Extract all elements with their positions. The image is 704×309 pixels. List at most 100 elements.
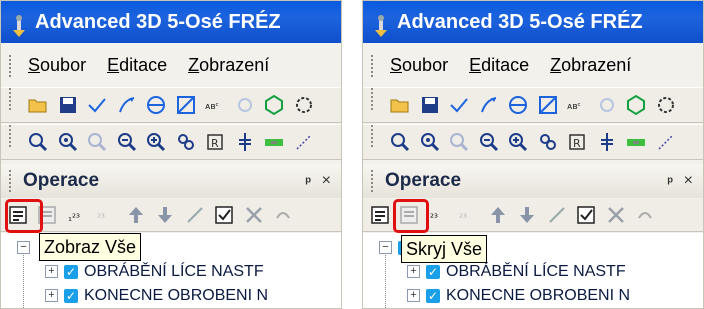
- flower-icon[interactable]: [234, 94, 256, 116]
- renumber-icon[interactable]: ²³: [457, 204, 479, 226]
- zoom-plus-icon[interactable]: [145, 131, 167, 153]
- save-icon[interactable]: [57, 94, 79, 116]
- svg-text:²³: ²³: [97, 213, 105, 224]
- title-bar[interactable]: Advanced 3D 5-Osé FRÉZ: [363, 1, 703, 43]
- renumber-icon[interactable]: ²³: [95, 204, 117, 226]
- tree-root-row[interactable]: −: [17, 237, 36, 259]
- checklist-icon[interactable]: [213, 204, 235, 226]
- title-bar[interactable]: Advanced 3D 5-Osé FRÉZ: [1, 1, 341, 43]
- wand-icon[interactable]: [546, 204, 568, 226]
- tree-item-row[interactable]: + ✓ KONECNE OBROBENI N: [407, 285, 630, 307]
- close-icon[interactable]: ×: [322, 164, 331, 198]
- collapse-icon[interactable]: −: [17, 241, 30, 255]
- open-folder-icon[interactable]: [389, 94, 411, 116]
- grip-handle[interactable]: [9, 55, 15, 78]
- green-bar-icon[interactable]: [625, 131, 647, 153]
- svg-text:₁²³: ₁²³: [68, 213, 80, 224]
- gear-icon[interactable]: [655, 94, 677, 116]
- checklist-icon[interactable]: [575, 204, 597, 226]
- pin-icon[interactable]: ᵖ: [306, 164, 311, 198]
- list-show-icon[interactable]: [369, 204, 391, 226]
- grip-handle[interactable]: [9, 169, 15, 192]
- open-folder-icon[interactable]: [27, 94, 49, 116]
- dock-header-operace[interactable]: Operace ᵖ ×: [1, 164, 341, 198]
- check-icon[interactable]: ✓: [64, 264, 78, 279]
- tree-item-row[interactable]: + ✓ KONECNE OBROBENI N: [45, 285, 268, 307]
- undo-icon[interactable]: [272, 204, 294, 226]
- zoom-window-icon[interactable]: [27, 131, 49, 153]
- expand-icon[interactable]: +: [407, 265, 420, 279]
- menu-bar: Soubor Editace Zobrazení: [1, 45, 341, 85]
- grip-handle[interactable]: [371, 125, 377, 147]
- arrow-curve-icon[interactable]: [478, 94, 500, 116]
- grip-handle[interactable]: [9, 125, 15, 147]
- flower-icon[interactable]: [596, 94, 618, 116]
- tree-item-row[interactable]: + ✓ OBRÁBĚNÍ LÍCE NASTF: [407, 261, 626, 283]
- expand-icon[interactable]: +: [45, 289, 58, 303]
- pan-icon[interactable]: [175, 131, 197, 153]
- delete-icon[interactable]: [605, 204, 627, 226]
- grip-handle[interactable]: [371, 88, 377, 110]
- collapse-icon[interactable]: −: [379, 241, 392, 255]
- arrow-curve-icon[interactable]: [116, 94, 138, 116]
- zoom-in-icon[interactable]: [57, 131, 79, 153]
- menu-zobrazeni[interactable]: Zobrazení: [188, 45, 269, 85]
- save-icon[interactable]: [419, 94, 441, 116]
- zoom-rect-icon[interactable]: [537, 94, 559, 116]
- circle-minus-icon[interactable]: [507, 94, 529, 116]
- numbering-icon[interactable]: ₁²³: [66, 204, 88, 226]
- axis-icon[interactable]: [596, 131, 618, 153]
- zoom-plus-icon[interactable]: [507, 131, 529, 153]
- check-path-icon[interactable]: [86, 94, 108, 116]
- zoom-rect-icon[interactable]: [175, 94, 197, 116]
- move-down-icon[interactable]: [154, 204, 176, 226]
- check-icon[interactable]: ✓: [426, 264, 440, 279]
- move-up-icon[interactable]: [487, 204, 509, 226]
- gear-icon[interactable]: [293, 94, 315, 116]
- zoom-prev-icon[interactable]: [448, 131, 470, 153]
- expand-icon[interactable]: +: [407, 289, 420, 303]
- move-up-icon[interactable]: [125, 204, 147, 226]
- expand-icon[interactable]: +: [45, 265, 58, 279]
- numbering-icon[interactable]: ²³: [428, 204, 450, 226]
- check-icon[interactable]: ✓: [426, 288, 440, 303]
- zoom-fit-icon[interactable]: [116, 131, 138, 153]
- grip-handle[interactable]: [371, 169, 377, 192]
- grip-handle[interactable]: [9, 88, 15, 110]
- pan-icon[interactable]: [537, 131, 559, 153]
- zoom-fit-icon[interactable]: [478, 131, 500, 153]
- menu-soubor[interactable]: Soubor: [390, 45, 448, 85]
- highlight-frame: [5, 199, 43, 233]
- menu-zobrazeni[interactable]: Zobrazení: [550, 45, 631, 85]
- tree-item-row[interactable]: + ✓ OBRÁBĚNÍ LÍCE NASTF: [45, 261, 264, 283]
- dock-header-operace[interactable]: Operace ᵖ ×: [363, 164, 703, 198]
- delete-icon[interactable]: [243, 204, 265, 226]
- grip-handle[interactable]: [371, 55, 377, 78]
- zoom-prev-icon[interactable]: [86, 131, 108, 153]
- app-window-right: Advanced 3D 5-Osé FRÉZ Soubor Editace Zo…: [362, 0, 704, 309]
- menu-soubor[interactable]: Soubor: [28, 45, 86, 85]
- pin-icon[interactable]: ᵖ: [668, 164, 673, 198]
- close-icon[interactable]: ×: [684, 164, 693, 198]
- r-frame-icon[interactable]: R: [566, 131, 588, 153]
- undo-icon[interactable]: [634, 204, 656, 226]
- zoom-in-icon[interactable]: [419, 131, 441, 153]
- toolbar-main: ᴀʙᶜ: [363, 87, 703, 123]
- menu-editace[interactable]: Editace: [469, 45, 529, 85]
- green-bar-icon[interactable]: [263, 131, 285, 153]
- diagonal-arrow-icon[interactable]: [655, 131, 677, 153]
- r-frame-icon[interactable]: R: [204, 131, 226, 153]
- zoom-window-icon[interactable]: [389, 131, 411, 153]
- abc-text-icon[interactable]: ᴀʙᶜ: [204, 94, 226, 116]
- circle-minus-icon[interactable]: [145, 94, 167, 116]
- check-path-icon[interactable]: [448, 94, 470, 116]
- hexagon-icon[interactable]: [263, 94, 285, 116]
- check-icon[interactable]: ✓: [64, 288, 78, 303]
- diagonal-arrow-icon[interactable]: [293, 131, 315, 153]
- wand-icon[interactable]: [184, 204, 206, 226]
- move-down-icon[interactable]: [516, 204, 538, 226]
- hexagon-icon[interactable]: [625, 94, 647, 116]
- abc-text-icon[interactable]: ᴀʙᶜ: [566, 94, 588, 116]
- axis-icon[interactable]: [234, 131, 256, 153]
- menu-editace[interactable]: Editace: [107, 45, 167, 85]
